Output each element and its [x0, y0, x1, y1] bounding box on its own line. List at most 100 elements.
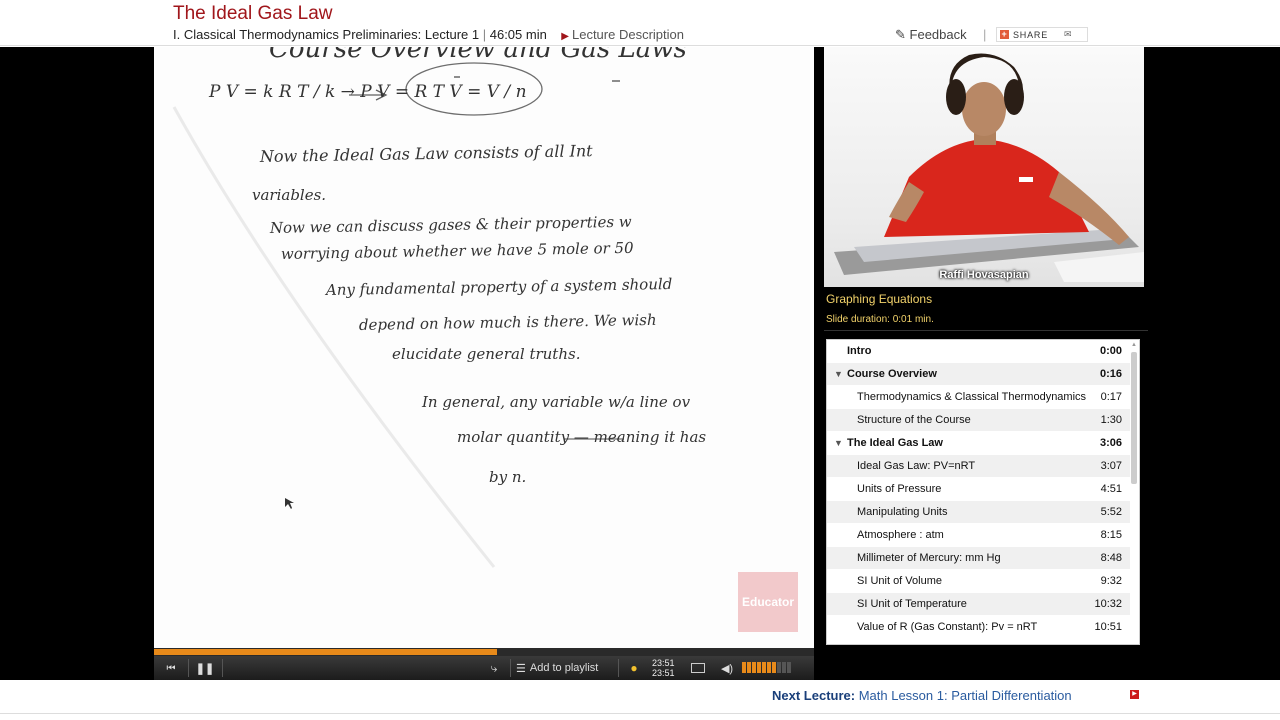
slide-line-10: molar quantity — meaning it has	[457, 428, 706, 446]
lecture-subtitle: I. Classical Thermodynamics Preliminarie…	[173, 27, 684, 42]
scroll-up-icon[interactable]: ▲	[1131, 342, 1137, 350]
chapter-label: Units of Pressure	[857, 483, 942, 495]
handwriting-canvas: Course Overview and Gas Laws P V = k R T…	[172, 47, 706, 568]
chapter-time: 8:15	[1100, 529, 1122, 541]
mouse-cursor-icon	[285, 498, 294, 509]
add-to-playlist-label: Add to playlist	[529, 662, 599, 674]
chapter-time: 10:32	[1094, 598, 1122, 610]
chapter-time: 5:52	[1100, 506, 1122, 518]
volume-bar	[742, 662, 746, 673]
volume-slider[interactable]	[742, 662, 791, 673]
volume-bar	[782, 662, 786, 673]
slide-line-9: In general, any variable w/a line ov	[421, 393, 691, 411]
slide-line-8: elucidate general truths.	[392, 345, 580, 363]
subchapter-item[interactable]: Units of Pressure 4:51	[827, 478, 1130, 501]
volume-bar	[752, 662, 756, 673]
skip-back-button[interactable]: ⏮	[158, 656, 184, 680]
lecture-description-link[interactable]: ▶ Lecture Description	[561, 27, 684, 42]
chapter-time: 0:00	[1099, 345, 1122, 357]
chapter-item[interactable]: ▼ Course Overview 0:16	[827, 363, 1130, 386]
caret-right-icon: ▶	[561, 31, 569, 42]
skip-back-icon: ⏮	[166, 662, 176, 674]
share-button[interactable]: + SHARE ✉	[996, 27, 1088, 42]
header-divider: |	[983, 27, 987, 42]
chapter-item[interactable]: Intro 0:00	[827, 340, 1130, 363]
fullscreen-button[interactable]	[686, 656, 710, 680]
next-lecture-play-icon[interactable]: ▶	[1130, 690, 1139, 699]
chapter-label: Thermodynamics & Classical Thermodynamic…	[857, 391, 1087, 403]
speaker-icon: ◀)	[720, 662, 734, 675]
subchapter-item[interactable]: Millimeter of Mercury: mm Hg 8:48	[827, 547, 1130, 570]
chapter-label: The Ideal Gas Law	[847, 437, 943, 449]
chapter-label: Atmosphere : atm	[857, 529, 944, 541]
share-label: SHARE	[1013, 29, 1049, 40]
volume-bar	[762, 662, 766, 673]
pause-icon: ❚❚	[195, 662, 215, 675]
current-slide-title: Graphing Equations	[826, 292, 933, 306]
volume-bar	[777, 662, 781, 673]
slide-line-4: Now we can discuss gases & their propert…	[269, 213, 632, 237]
chapter-scrollbar[interactable]: ▲	[1131, 342, 1137, 642]
subchapter-item[interactable]: Ideal Gas Law: PV=nRT 3:07	[827, 455, 1130, 478]
subchapter-item[interactable]: Thermodynamics & Classical Thermodynamic…	[827, 386, 1130, 409]
chapter-list: Intro 0:00 ▼ Course Overview 0:16 Thermodynam…	[826, 339, 1140, 645]
next-lecture-label: Next Lecture:	[772, 688, 856, 703]
volume-bar	[787, 662, 791, 673]
presenter-name: Raffi Hovasapian	[939, 269, 1029, 281]
chapter-label: Course Overview	[847, 368, 937, 380]
chapter-time: 9:32	[1100, 575, 1122, 587]
subchapter-item[interactable]: SI Unit of Temperature 10:32	[827, 593, 1130, 616]
pause-button[interactable]: ❚❚	[192, 656, 218, 680]
course-lecture-label: I. Classical Thermodynamics Preliminarie…	[173, 27, 480, 42]
add-to-playlist-button[interactable]: ☰ Add to playlist	[516, 656, 614, 680]
seek-bar[interactable]	[154, 648, 814, 656]
lightbulb-icon: ●	[630, 661, 638, 675]
expand-toggle-icon[interactable]: ▼	[834, 369, 843, 379]
scroll-thumb[interactable]	[1131, 352, 1137, 484]
chapter-time: 3:06	[1099, 437, 1122, 449]
footer-divider	[0, 713, 1280, 714]
presenter-frame	[834, 53, 1144, 282]
tips-button[interactable]: ●	[624, 656, 644, 680]
slide-line-6: Any fundamental property of a system sho…	[324, 275, 673, 299]
slide-line-2: Now the Ideal Gas Law consists of all In…	[259, 141, 594, 166]
seek-bar-fill	[154, 649, 498, 655]
presenter-video[interactable]: Raffi Hovasapian	[824, 47, 1144, 287]
chapter-label: Manipulating Units	[857, 506, 948, 518]
chapter-time: 3:07	[1100, 460, 1122, 472]
slide-line-11: by n.	[489, 468, 526, 486]
current-time: 23:51	[652, 658, 675, 668]
share-network-button[interactable]: ⤷	[484, 656, 504, 680]
slide-duration: Slide duration: 0:01 min.	[826, 314, 934, 325]
next-lecture[interactable]: Next Lecture: Math Lesson 1: Partial Dif…	[772, 688, 1072, 703]
lecture-title: The Ideal Gas Law	[173, 3, 333, 24]
lecture-duration: 46:05 min	[489, 27, 547, 42]
total-time: 23:51	[652, 668, 675, 678]
player-controls: ⏮ ❚❚ ⤷ ☰ Add to playlist ● 23:51 23:51 ◀…	[154, 656, 814, 680]
email-icon: ✉	[1064, 29, 1073, 39]
volume-bar	[747, 662, 751, 673]
fullscreen-icon	[691, 663, 705, 673]
mute-button[interactable]: ◀)	[716, 656, 738, 680]
subchapter-item[interactable]: Value of R (Gas Constant): Pv = nRT 10:51	[827, 616, 1130, 639]
feedback-link[interactable]: ✎ Feedback	[895, 27, 967, 43]
slide-line-1: P V = k R T / k → P V = R T V = V / n	[208, 82, 527, 102]
expand-toggle-icon[interactable]: ▼	[834, 438, 843, 448]
volume-bar	[772, 662, 776, 673]
chapter-label: SI Unit of Volume	[857, 575, 942, 587]
page-header: The Ideal Gas Law I. Classical Thermodyn…	[0, 0, 1280, 46]
chapter-label: Ideal Gas Law: PV=nRT	[857, 460, 976, 472]
subchapter-item[interactable]: Structure of the Course 1:30	[827, 409, 1130, 432]
panel-divider	[824, 330, 1148, 331]
next-lecture-title[interactable]: Math Lesson 1: Partial Differentiation	[859, 688, 1072, 703]
lecture-slide: Course Overview and Gas Laws P V = k R T…	[154, 47, 814, 648]
chapter-item[interactable]: ▼ The Ideal Gas Law 3:06	[827, 432, 1130, 455]
lecture-description-label: Lecture Description	[571, 27, 684, 42]
subtitle-separator: |	[482, 27, 487, 42]
subchapter-item[interactable]: SI Unit of Volume 9:32	[827, 570, 1130, 593]
chapter-time: 0:17	[1100, 391, 1122, 403]
subchapter-item[interactable]: Atmosphere : atm 8:15	[827, 524, 1130, 547]
chapter-label: Millimeter of Mercury: mm Hg	[857, 552, 1001, 564]
subchapter-item[interactable]: Manipulating Units 5:52	[827, 501, 1130, 524]
chapter-label: SI Unit of Temperature	[857, 598, 967, 610]
